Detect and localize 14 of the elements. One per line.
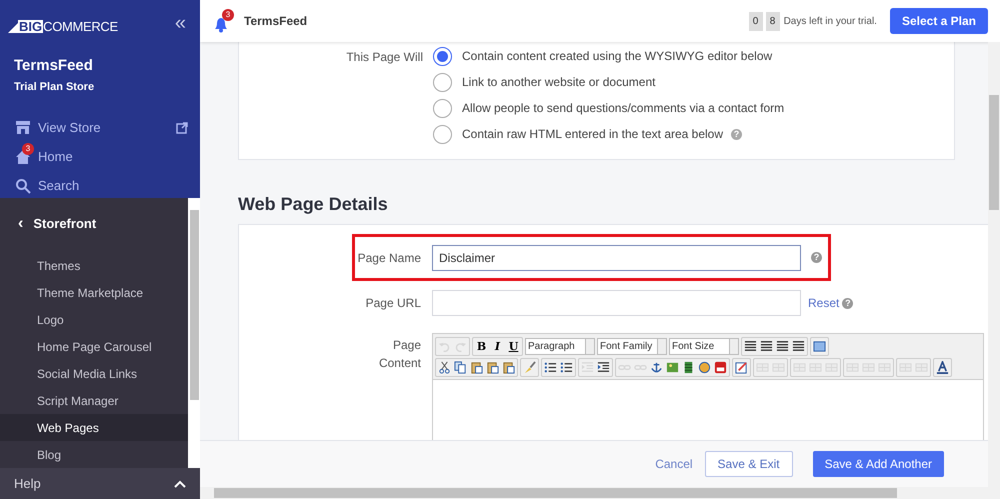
field-label: Page Content bbox=[378, 337, 421, 372]
store-name: TermsFeed bbox=[244, 13, 308, 30]
field-label: This Page Will bbox=[346, 49, 423, 66]
notification-badge: 3 bbox=[222, 9, 234, 21]
store-plan: Trial Plan Store bbox=[13, 80, 96, 94]
bigcommerce-logo: BIGCOMMERCE bbox=[8, 13, 118, 33]
trial-text: Days left in your trial. bbox=[784, 14, 877, 28]
store-name: TermsFeed bbox=[13, 56, 94, 76]
countdown-digit: 8 bbox=[766, 12, 780, 30]
countdown-digit: 0 bbox=[748, 12, 763, 30]
field-label: Page URL bbox=[364, 295, 421, 312]
field-label: Page Name bbox=[356, 250, 421, 266]
notification-badge: 3 bbox=[22, 143, 34, 155]
section-title: Web Page Details bbox=[238, 193, 389, 215]
